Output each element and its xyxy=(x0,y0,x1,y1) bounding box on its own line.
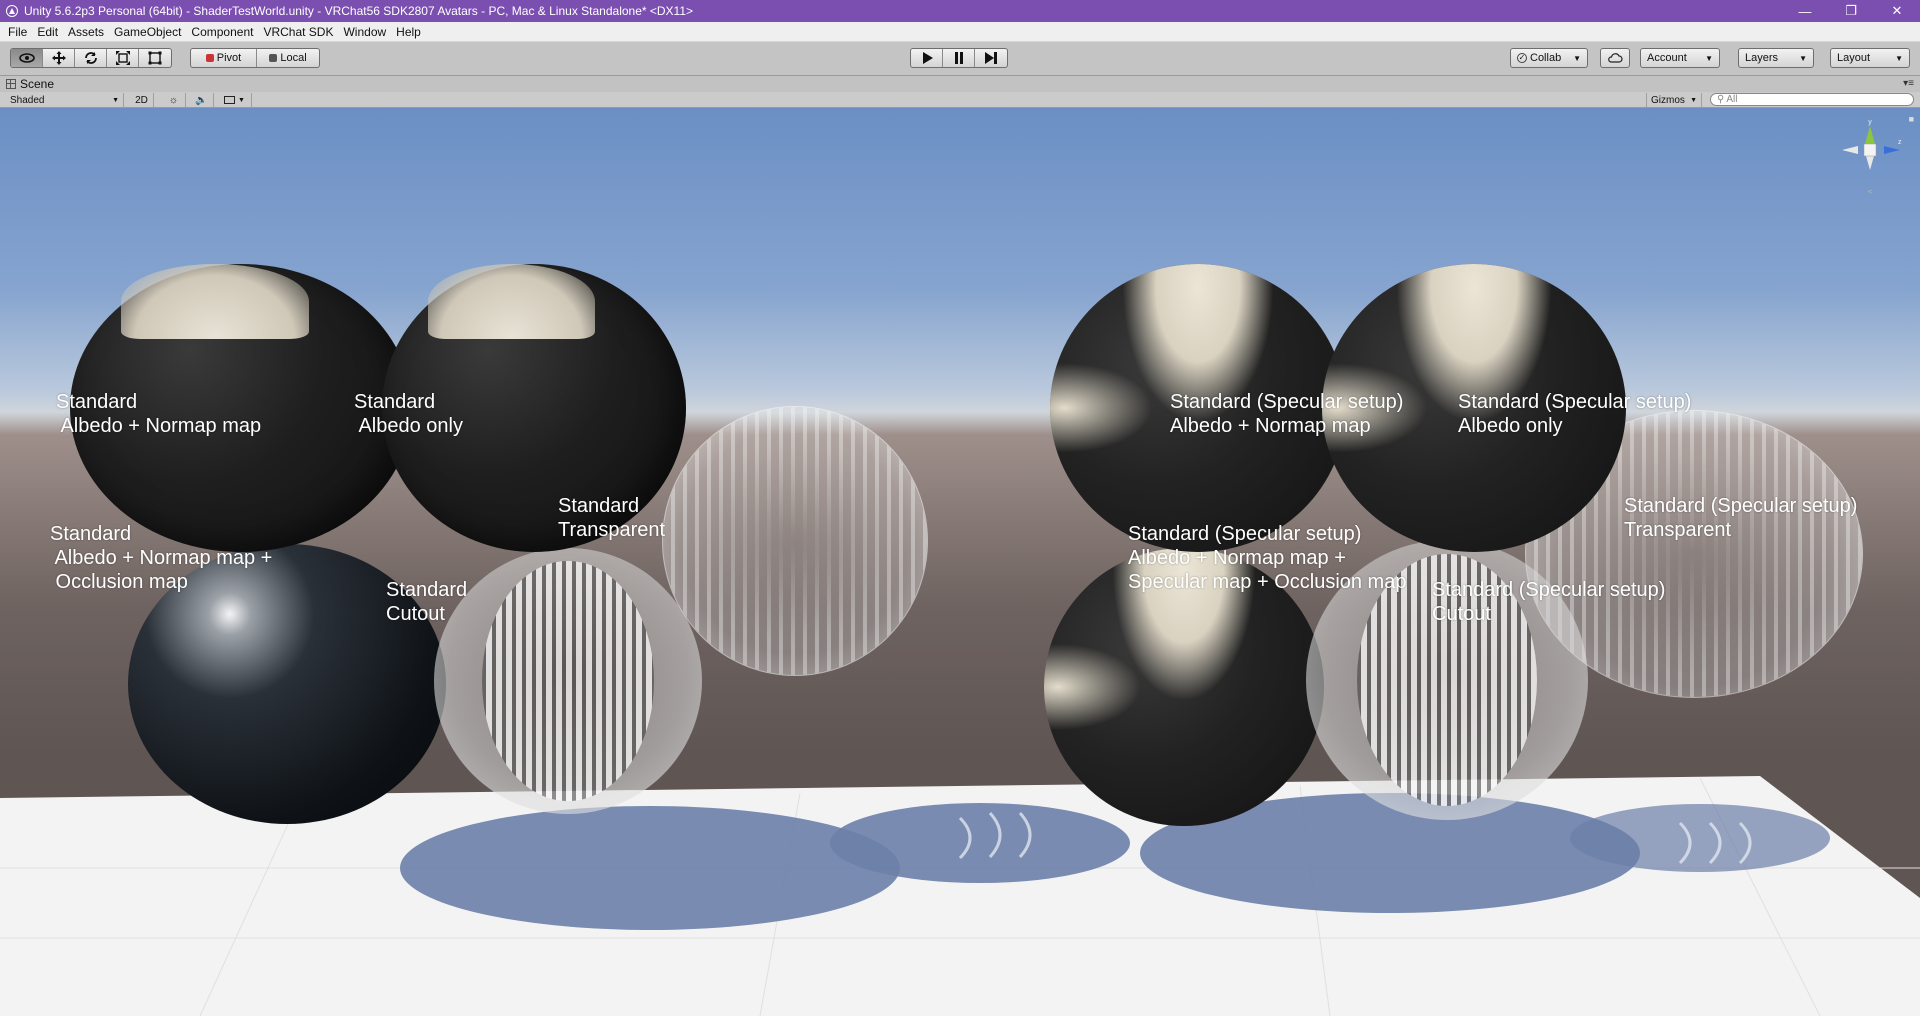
scene-tab-bar: Scene ▾≡ xyxy=(0,76,1920,92)
menu-window[interactable]: Window xyxy=(339,22,392,42)
menu-file[interactable]: File xyxy=(4,22,33,42)
svg-text:y: y xyxy=(1868,119,1872,126)
menu-bar: File Edit Assets GameObject Component VR… xyxy=(0,22,1920,42)
tab-menu-icon[interactable]: ▾≡ xyxy=(1903,78,1914,89)
menu-assets[interactable]: Assets xyxy=(64,22,110,42)
scene-tab-label: Scene xyxy=(20,77,55,91)
local-icon xyxy=(269,54,278,62)
toggle-2d-button[interactable]: 2D xyxy=(130,93,154,107)
rotate-icon[interactable] xyxy=(75,49,107,67)
chevron-down-icon: ▼ xyxy=(1690,96,1697,104)
audio-toggle[interactable]: 🔈 xyxy=(190,93,214,107)
hand-icon[interactable] xyxy=(11,49,43,67)
collab-label: Collab xyxy=(1530,52,1562,64)
chevron-down-icon: ▼ xyxy=(1895,53,1903,63)
menu-component[interactable]: Component xyxy=(187,22,259,42)
pivot-button[interactable]: Pivot xyxy=(191,49,257,67)
title-bar: Unity 5.6.2p3 Personal (64bit) - ShaderT… xyxy=(0,0,1920,22)
scale-icon[interactable] xyxy=(107,49,139,67)
minimize-icon[interactable]: — xyxy=(1782,0,1828,22)
label-specular-cutout: Standard (Specular setup) Cutout xyxy=(1432,579,1666,625)
label-specular-transparent: Standard (Specular setup) Transparent xyxy=(1624,495,1858,541)
label-standard-albedo-normal: Standard Albedo + Normap map xyxy=(56,391,262,437)
label-standard-transparent: Standard Transparent xyxy=(558,495,666,541)
tab-scene[interactable]: Scene xyxy=(6,77,54,91)
label-standard-occlusion: Standard Albedo + Normap map + Occlusion… xyxy=(50,523,273,593)
layout-label: Layout xyxy=(1837,52,1871,64)
pivot-icon xyxy=(205,54,214,62)
cloud-icon xyxy=(1608,53,1623,63)
window-title: Unity 5.6.2p3 Personal (64bit) - ShaderT… xyxy=(24,4,694,18)
gizmos-label: Gizmos xyxy=(1651,94,1685,106)
chevron-down-icon: ▼ xyxy=(1705,53,1713,63)
label-standard-cutout: Standard Cutout xyxy=(386,579,468,625)
account-label: Account xyxy=(1647,52,1687,64)
chevron-down-icon: ▼ xyxy=(238,96,245,104)
layout-dropdown[interactable]: Layout ▼ xyxy=(1830,48,1910,68)
local-button[interactable]: Local xyxy=(257,49,319,67)
unity-logo-icon xyxy=(6,5,18,17)
chevron-down-icon: ▼ xyxy=(112,96,119,104)
account-dropdown[interactable]: Account ▼ xyxy=(1640,48,1720,68)
label-standard-albedo: Standard Albedo only xyxy=(354,391,463,437)
sphere-standard-cutout[interactable] xyxy=(434,548,702,814)
menu-edit[interactable]: Edit xyxy=(33,22,64,42)
check-icon: ✓ xyxy=(1517,53,1527,63)
speaker-icon: 🔈 xyxy=(195,94,208,106)
search-placeholder: All xyxy=(1726,94,1738,105)
orientation-gizmo[interactable]: y z < xyxy=(1838,118,1902,208)
hierarchy-search-input[interactable]: ⚲ All xyxy=(1710,93,1914,106)
rect-icon[interactable] xyxy=(139,49,171,67)
shading-mode-label: Shaded xyxy=(10,94,45,106)
label-specular-albedo-normal: Standard (Specular setup) Albedo + Norma… xyxy=(1170,391,1404,437)
menu-vrchat-sdk[interactable]: VRChat SDK xyxy=(259,22,339,42)
image-icon xyxy=(224,96,236,104)
shading-mode-dropdown[interactable]: Shaded ▼ xyxy=(6,93,124,107)
chevron-down-icon: ▼ xyxy=(1573,53,1581,63)
layers-label: Layers xyxy=(1745,52,1779,64)
pause-icon[interactable] xyxy=(943,49,975,67)
scene-control-bar: Shaded ▼ 2D ☼ 🔈 ▼ Gizmos ▼ ⚲ All xyxy=(0,92,1920,108)
transform-tools xyxy=(10,48,172,68)
chevron-down-icon: ▼ xyxy=(1799,53,1807,63)
lighting-toggle[interactable]: ☼ xyxy=(162,93,186,107)
layers-dropdown[interactable]: Layers ▼ xyxy=(1738,48,1814,68)
menu-gameobject[interactable]: GameObject xyxy=(110,22,187,42)
play-icon[interactable] xyxy=(911,49,943,67)
sphere-standard-transparent[interactable] xyxy=(662,406,928,676)
local-label: Local xyxy=(280,52,307,64)
toggle-2d-label: 2D xyxy=(135,94,148,106)
menu-help[interactable]: Help xyxy=(392,22,427,42)
main-toolbar: Pivot Local ✓ Collab ▼ Account ▼ Layers … xyxy=(0,42,1920,76)
playback-controls xyxy=(910,48,1008,68)
svg-text:<: < xyxy=(1868,189,1872,196)
sun-icon: ☼ xyxy=(168,94,179,106)
step-icon[interactable] xyxy=(975,49,1007,67)
close-icon[interactable]: ✕ xyxy=(1874,0,1920,22)
gizmos-dropdown[interactable]: Gizmos ▼ xyxy=(1646,93,1702,107)
search-icon: ⚲ xyxy=(1717,94,1725,105)
effects-dropdown[interactable]: ▼ xyxy=(218,93,252,107)
label-specular-albedo: Standard (Specular setup) Albedo only xyxy=(1458,391,1692,437)
label-specular-full: Standard (Specular setup) Albedo + Norma… xyxy=(1128,523,1407,593)
svg-text:z: z xyxy=(1898,139,1902,146)
pivot-local-group: Pivot Local xyxy=(190,48,320,68)
scene-viewport[interactable]: Standard Albedo + Normap map Standard Al… xyxy=(0,108,1920,1016)
lock-icon[interactable]: ■ xyxy=(1909,114,1914,124)
scene-grid-icon xyxy=(6,79,16,89)
restore-icon[interactable]: ❐ xyxy=(1828,0,1874,22)
move-icon[interactable] xyxy=(43,49,75,67)
pivot-label: Pivot xyxy=(216,52,242,64)
cloud-button[interactable] xyxy=(1600,48,1630,68)
collab-dropdown[interactable]: ✓ Collab ▼ xyxy=(1510,48,1588,68)
